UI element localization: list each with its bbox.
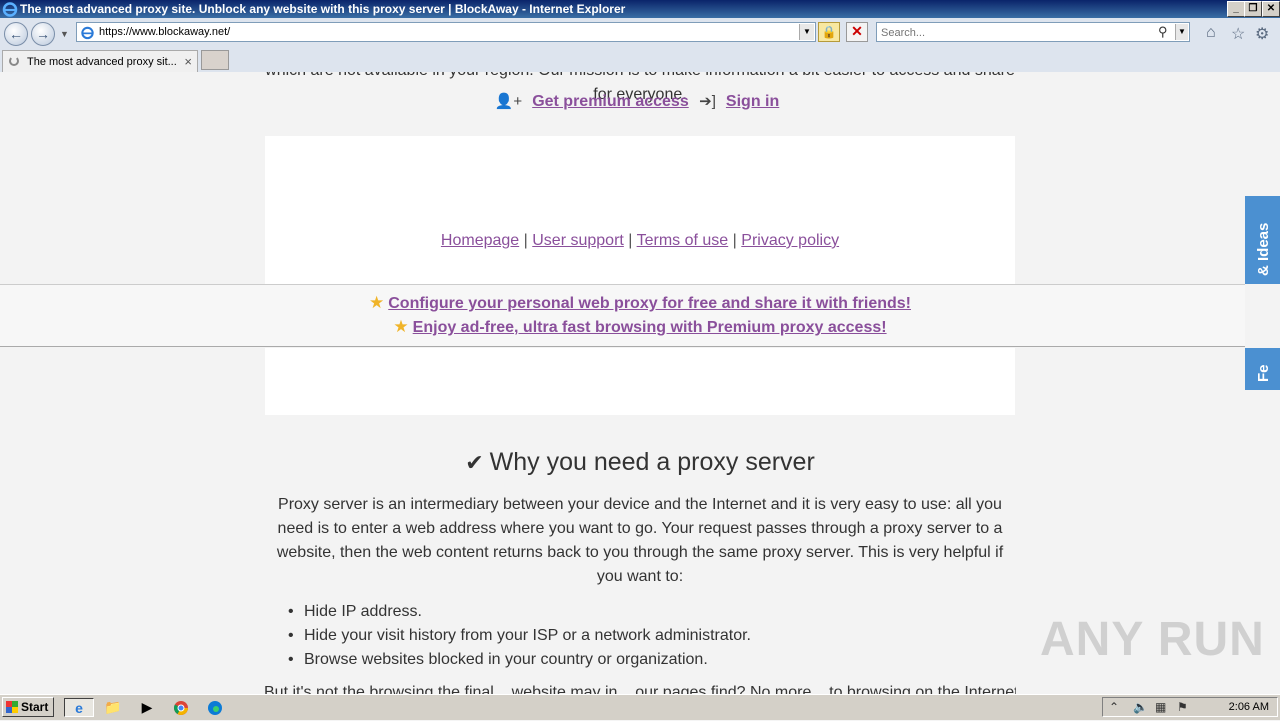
content-box (265, 136, 1015, 284)
history-dropdown-icon[interactable]: ▼ (60, 29, 69, 39)
feedback-label: Fe (1255, 364, 1272, 382)
section-paragraph: Proxy server is an intermediary between … (276, 496, 1004, 585)
benefits-list: Hide IP address. Hide your visit history… (288, 600, 751, 672)
internet-explorer-taskbar-icon[interactable]: e (64, 698, 94, 717)
window-title: The most advanced proxy site. Unblock an… (20, 2, 626, 16)
edge-icon[interactable] (204, 698, 226, 717)
promo-line-2: ★ Enjoy ad-free, ultra fast browsing with… (0, 317, 1280, 337)
start-button[interactable]: Start (2, 697, 54, 717)
checkmark-icon: ✔ (465, 450, 484, 475)
premium-access-link[interactable]: Enjoy ad-free, ultra fast browsing with … (413, 319, 887, 336)
list-item: Hide your visit history from your ISP or… (288, 624, 751, 648)
favorites-star-icon[interactable]: ☆ (1231, 24, 1245, 44)
separator: | (732, 232, 737, 249)
loading-spinner-icon (9, 56, 19, 66)
search-box[interactable]: ⚲ ▼ (876, 22, 1190, 42)
user-support-link[interactable]: User support (532, 232, 624, 249)
tab-bar: The most advanced proxy sit... × (0, 48, 1280, 73)
terms-of-use-link[interactable]: Terms of use (637, 232, 729, 249)
sign-in-link[interactable]: Sign in (726, 93, 779, 110)
internet-explorer-icon (2, 2, 18, 17)
chrome-icon[interactable] (170, 698, 192, 717)
navigation-bar: ← → ▼ https://www.blockaway.net/ ▼ 🔒 ✕ ⚲… (0, 18, 1280, 48)
get-premium-link[interactable]: Get premium access (532, 93, 689, 110)
list-item: Browse websites blocked in your country … (288, 648, 751, 672)
star-icon: ★ (369, 293, 385, 312)
home-icon[interactable]: ⌂ (1206, 24, 1216, 42)
address-bar[interactable]: https://www.blockaway.net/ ▼ (76, 22, 816, 42)
tab-blockaway[interactable]: The most advanced proxy sit... × (2, 50, 198, 72)
content-box (265, 348, 1015, 415)
privacy-policy-link[interactable]: Privacy policy (741, 232, 839, 249)
truncated-paragraph: But it's not the browsing the final... w… (264, 684, 1016, 694)
web-page: which are not available in your region. … (0, 72, 1280, 694)
tab-label: The most advanced proxy sit... (27, 56, 177, 68)
action-center-flag-icon[interactable]: ⚑ (1177, 700, 1188, 714)
windows-flag-icon (6, 701, 18, 713)
feedback-label: & Ideas (1255, 222, 1272, 276)
sign-in-icon: ➔] (699, 93, 716, 110)
address-dropdown-icon[interactable]: ▼ (799, 24, 814, 40)
forward-arrow-icon: → (36, 26, 50, 42)
settings-gear-icon[interactable]: ⚙ (1255, 24, 1269, 44)
volume-icon[interactable]: 🔈 (1133, 700, 1148, 714)
separator: | (523, 232, 528, 249)
back-arrow-icon: ← (9, 26, 23, 42)
search-icon[interactable]: ⚲ (1158, 24, 1168, 40)
search-dropdown-icon[interactable]: ▼ (1175, 24, 1188, 40)
address-url[interactable]: https://www.blockaway.net/ (99, 26, 230, 38)
show-hidden-icons-icon[interactable]: ⌃ (1109, 700, 1119, 714)
new-tab-button[interactable] (201, 50, 229, 70)
account-links: 👤+ Get premium access ➔] Sign in (0, 92, 1280, 111)
close-window-button[interactable]: ✕ (1262, 1, 1280, 17)
tab-close-icon[interactable]: × (184, 54, 192, 69)
forward-button[interactable]: → (31, 22, 55, 46)
section-heading: ✔ Why you need a proxy server (0, 448, 1280, 477)
user-plus-icon: 👤+ (494, 93, 523, 110)
start-label: Start (21, 700, 49, 714)
promo-overlap (1245, 284, 1280, 348)
feedback-tab[interactable]: & Ideas Fe (1245, 196, 1280, 390)
site-favicon-icon (81, 26, 94, 40)
anyrun-watermark: ANY RUN (1040, 613, 1265, 666)
homepage-link[interactable]: Homepage (441, 232, 519, 249)
file-explorer-icon[interactable]: 📁 (102, 698, 124, 717)
clock[interactable]: 2:06 AM (1229, 701, 1269, 713)
network-icon[interactable]: ▦ (1155, 700, 1166, 714)
list-item: Hide IP address. (288, 600, 751, 624)
window-titlebar: The most advanced proxy site. Unblock an… (0, 0, 1280, 18)
search-input[interactable] (879, 24, 1159, 42)
stop-button[interactable]: ✕ (846, 22, 868, 42)
minimize-button[interactable]: _ (1227, 1, 1245, 17)
configure-proxy-link[interactable]: Configure your personal web proxy for fr… (388, 295, 911, 312)
back-button[interactable]: ← (4, 22, 28, 46)
taskbar: Start e 📁 ▶ ⌃ 🔈 ▦ ⚑ 2:06 AM (0, 694, 1280, 720)
separator: | (628, 232, 633, 249)
star-icon: ★ (393, 317, 409, 336)
section-title-text: Why you need a proxy server (489, 448, 815, 476)
system-tray: ⌃ 🔈 ▦ ⚑ 2:06 AM (1102, 697, 1278, 717)
promo-banner: ★ Configure your personal web proxy for f… (0, 284, 1280, 347)
media-player-icon[interactable]: ▶ (136, 698, 158, 717)
promo-line-1: ★ Configure your personal web proxy for f… (0, 293, 1280, 313)
security-lock-icon[interactable]: 🔒 (818, 22, 840, 42)
restore-button[interactable]: ❐ (1244, 1, 1262, 17)
footer-links: Homepage | User support | Terms of use |… (265, 232, 1015, 250)
